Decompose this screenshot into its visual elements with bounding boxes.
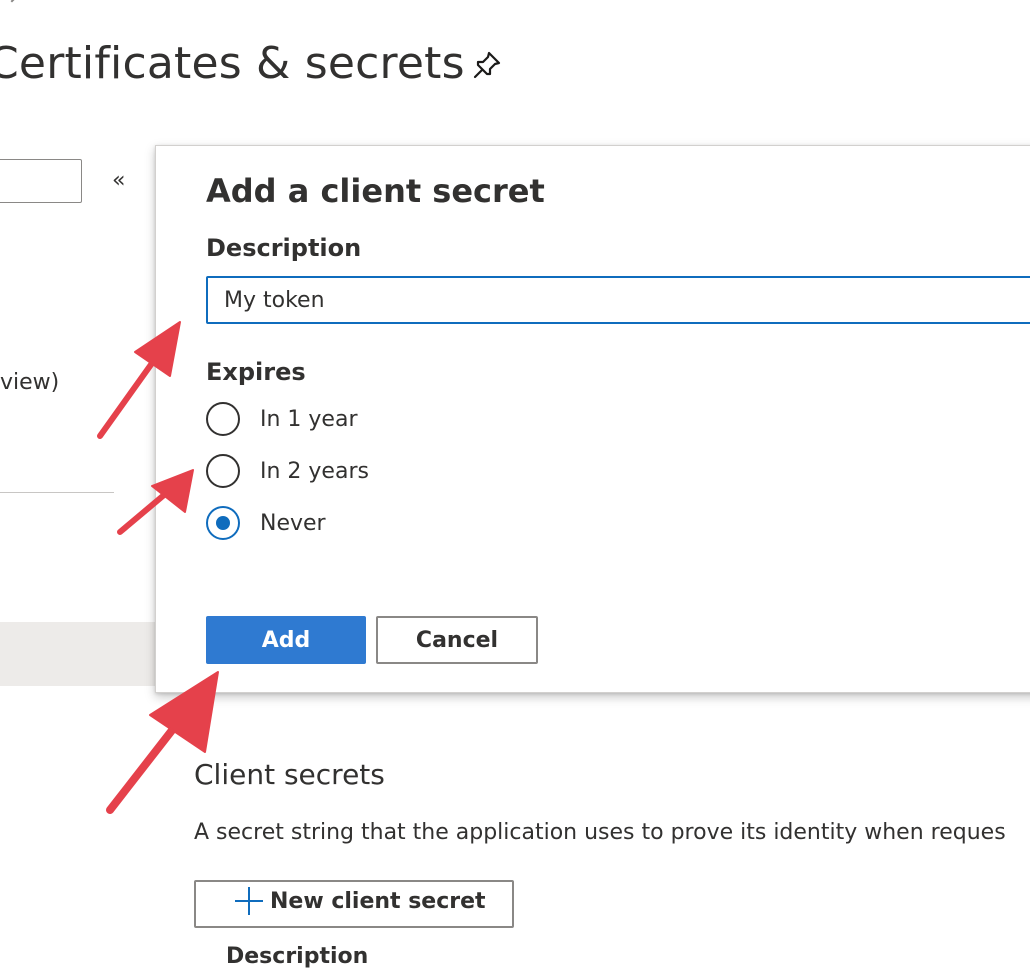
new-client-secret-button[interactable]: New client secret xyxy=(194,880,514,928)
radio-label: Never xyxy=(260,510,326,536)
radio-button[interactable] xyxy=(206,402,240,436)
panel-title: Add a client secret xyxy=(206,172,545,210)
search-input[interactable] xyxy=(0,159,82,203)
radio-label: In 1 year xyxy=(260,406,358,432)
client-secrets-description: A secret string that the application use… xyxy=(194,820,1006,845)
cancel-button[interactable]: Cancel xyxy=(376,616,538,664)
collapse-icon[interactable]: « xyxy=(112,170,125,192)
description-label: Description xyxy=(206,234,362,262)
radio-button[interactable] xyxy=(206,454,240,488)
new-client-secret-label: New client secret xyxy=(270,889,486,914)
description-column-header[interactable]: Description xyxy=(226,944,368,969)
client-secrets-title: Client secrets xyxy=(194,758,385,791)
breadcrumb-chevron-icon xyxy=(3,0,21,3)
expires-option-never[interactable]: Never xyxy=(206,503,326,543)
menu-item-fragment[interactable]: view) xyxy=(0,370,59,395)
radio-button-selected[interactable] xyxy=(206,506,240,540)
add-button[interactable]: Add xyxy=(206,616,366,664)
description-input[interactable] xyxy=(206,276,1030,324)
divider xyxy=(0,492,114,493)
plus-icon xyxy=(234,886,264,916)
expires-option-2-years[interactable]: In 2 years xyxy=(206,451,369,491)
expires-label: Expires xyxy=(206,358,306,386)
radio-label: In 2 years xyxy=(260,458,369,484)
pin-icon[interactable] xyxy=(470,48,504,82)
page-title: Certificates & secrets xyxy=(0,38,465,89)
expires-option-1-year[interactable]: In 1 year xyxy=(206,399,358,439)
selected-menu-band[interactable] xyxy=(0,622,160,686)
